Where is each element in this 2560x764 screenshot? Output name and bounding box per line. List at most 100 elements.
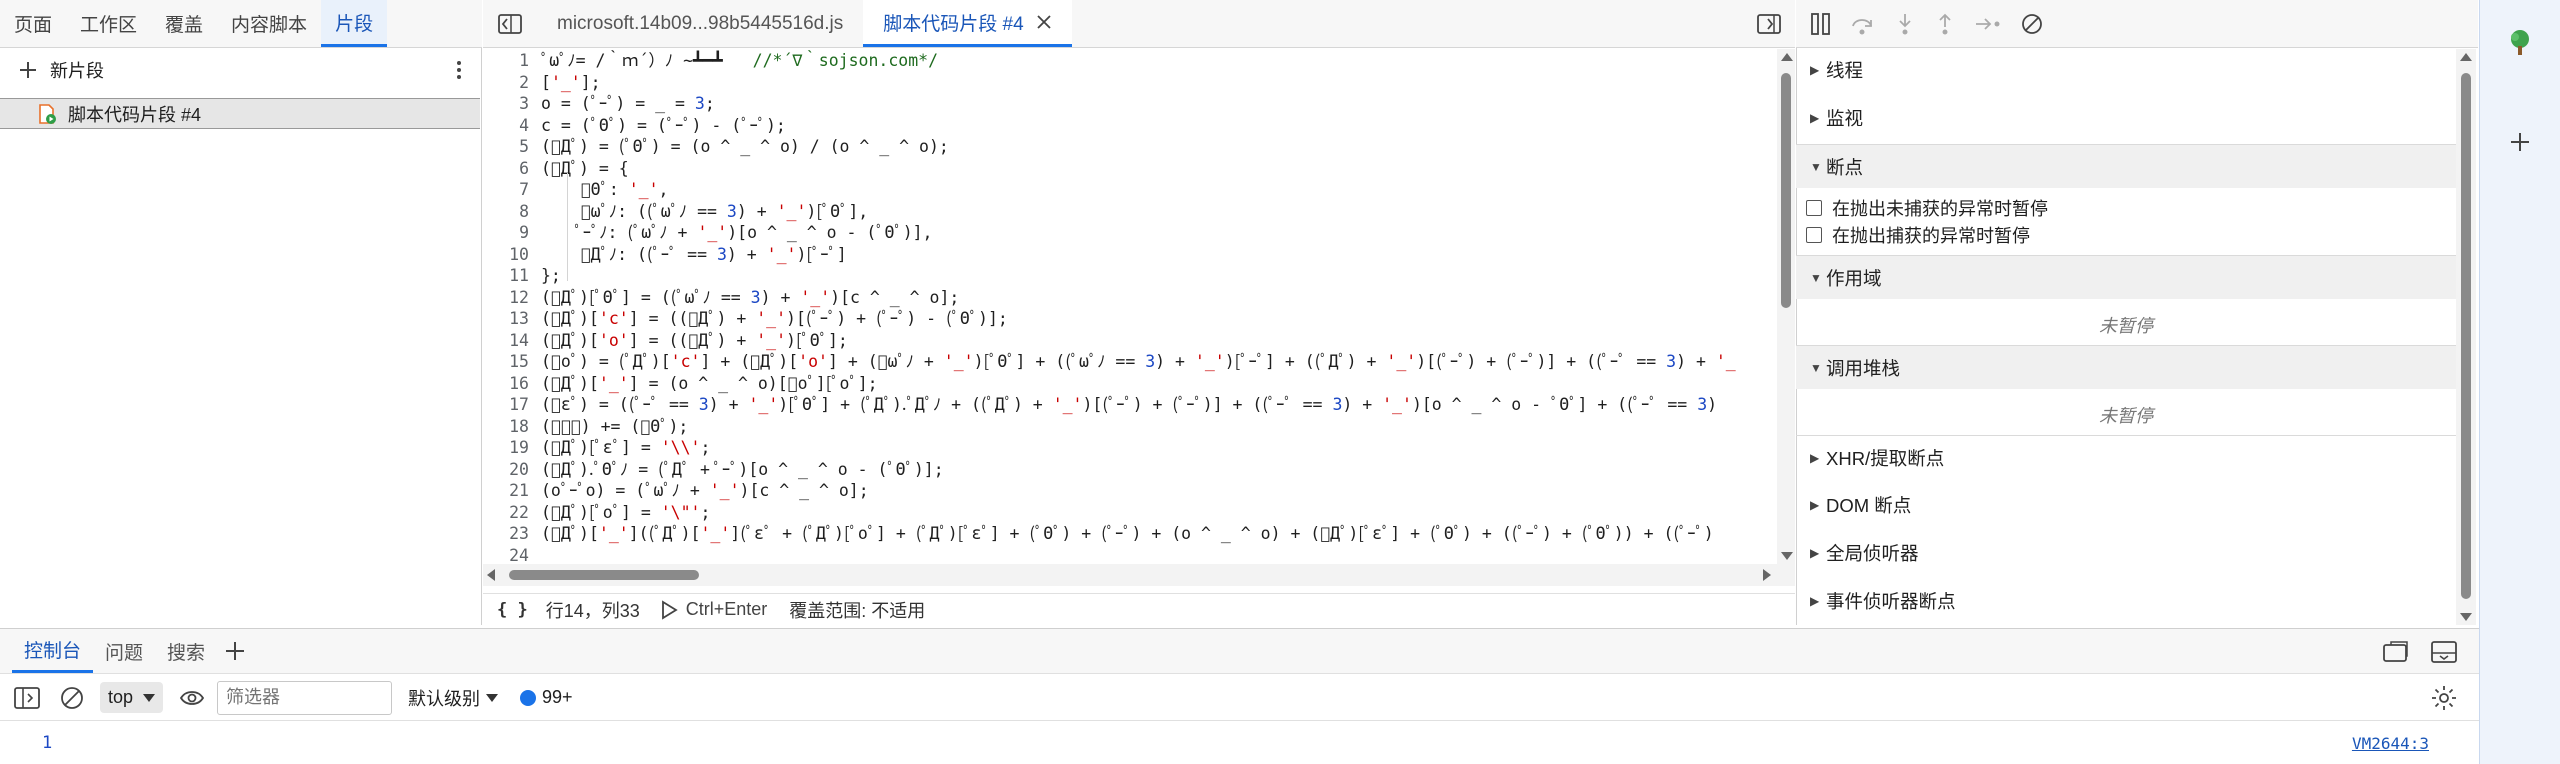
line-number[interactable]: 9	[483, 222, 541, 244]
log-levels-dropdown[interactable]: 默认级别	[408, 685, 499, 711]
line-number[interactable]: 21	[483, 480, 541, 502]
line-number[interactable]: 14	[483, 330, 541, 352]
line-number[interactable]: 11	[483, 265, 541, 287]
tab-content-scripts[interactable]: 内容脚本	[217, 0, 321, 47]
tab-file-microsoft[interactable]: microsoft.14b09...98b5445516d.js	[537, 0, 863, 47]
line-number[interactable]: 16	[483, 373, 541, 395]
tab-snippets[interactable]: 片段	[321, 0, 388, 47]
code-line[interactable]: 5 (ﾟДﾟ) = (ﾟΘﾟ) = (o ^ _ ^ o) / (o ^ _ ^ …	[483, 136, 1777, 158]
section-callstack[interactable]: ▼ 调用堆栈	[1796, 345, 2456, 389]
section-breakpoints[interactable]: ▼ 断点	[1796, 144, 2456, 188]
scroll-down-arrow-icon[interactable]	[1781, 552, 1793, 560]
pretty-print-button[interactable]: { }	[497, 600, 528, 620]
toggle-navigator-icon[interactable]	[483, 0, 537, 47]
tab-page[interactable]: 页面	[0, 0, 66, 47]
code-line[interactable]: 21 (oﾟｰﾟo) = (ﾟωﾟﾉ + '_')[c ^ _ ^ o];	[483, 480, 1777, 502]
editor-vertical-scrollbar[interactable]	[1777, 49, 1795, 564]
console-settings-gear-icon[interactable]	[2431, 685, 2457, 711]
live-expression-eye-icon[interactable]	[179, 688, 205, 708]
code-line[interactable]: 12 (ﾟДﾟ)[ﾟΘﾟ] = ((ﾟωﾟﾉ == 3) + '_')[c ^ _…	[483, 287, 1777, 309]
line-number[interactable]: 13	[483, 308, 541, 330]
dock-side-icon[interactable]	[2383, 641, 2409, 663]
tree-extension-icon[interactable]	[2506, 28, 2534, 58]
line-number[interactable]: 10	[483, 244, 541, 266]
run-snippet-button[interactable]: Ctrl+Enter	[660, 599, 767, 620]
code-line[interactable]: 22 (ﾟДﾟ)[ﾟoﾟ] = '\"';	[483, 502, 1777, 524]
tab-search[interactable]: 搜索	[155, 629, 217, 673]
code-line[interactable]: 6 (ﾟДﾟ) = {	[483, 158, 1777, 180]
tab-overrides[interactable]: 覆盖	[151, 0, 217, 47]
code-line[interactable]: 16 (ﾟДﾟ)['_'] = (o ^ _ ^ o)[ﾟoﾟ][ﾟoﾟ];	[483, 373, 1777, 395]
code-editor[interactable]: 1 ﾟωﾟﾉ= /｀ｍ´）ﾉ ~┻━┻ //*´∇｀sojson.com*/2 ['…	[483, 49, 1777, 564]
code-line[interactable]: 23 (ﾟДﾟ)['_']((ﾟДﾟ)['_'](ﾟεﾟ + (ﾟДﾟ)[ﾟoﾟ]…	[483, 523, 1777, 545]
step-into-icon[interactable]	[1894, 12, 1916, 36]
line-number[interactable]: 23	[483, 523, 541, 545]
deactivate-breakpoints-icon[interactable]	[2020, 12, 2044, 36]
code-line[interactable]: 4c = (ﾟΘﾟ) = (ﾟｰﾟ) - (ﾟｰﾟ);	[483, 115, 1777, 137]
scroll-up-arrow-icon[interactable]	[2460, 53, 2472, 61]
console-sidebar-icon[interactable]	[14, 686, 40, 709]
hscrollbar-thumb[interactable]	[509, 570, 699, 580]
context-selector[interactable]: top	[100, 682, 164, 713]
section-global-listeners[interactable]: ▶ 全局侦听器	[1796, 531, 2456, 575]
code-line[interactable]: 24	[483, 545, 1777, 565]
console-source-link[interactable]: VM2644:3	[2352, 734, 2429, 753]
pause-uncaught-option[interactable]: 在抛出未捕获的异常时暂停	[1806, 194, 2048, 221]
line-number[interactable]: 8	[483, 201, 541, 223]
close-drawer-icon[interactable]	[2431, 641, 2457, 663]
line-number[interactable]: 6	[483, 158, 541, 180]
message-count-badge[interactable]: 99+	[520, 687, 573, 708]
scroll-right-arrow-icon[interactable]	[1763, 569, 1771, 581]
scrollbar-thumb[interactable]	[1781, 73, 1791, 308]
debugger-scrollbar[interactable]	[2456, 49, 2476, 625]
code-line[interactable]: 19 (ﾟДﾟ)[ﾟεﾟ] = '\\';	[483, 437, 1777, 459]
section-scope[interactable]: ▼ 作用域	[1796, 255, 2456, 299]
line-number[interactable]: 19	[483, 437, 541, 459]
line-number[interactable]: 3	[483, 93, 541, 115]
tab-issues[interactable]: 问题	[93, 629, 155, 673]
scroll-left-arrow-icon[interactable]	[487, 569, 495, 581]
code-line[interactable]: 13 (ﾟДﾟ)['c'] = ((ﾟДﾟ) + '_')[(ﾟｰﾟ) + (ﾟｰ…	[483, 308, 1777, 330]
line-number[interactable]: 12	[483, 287, 541, 309]
step-icon[interactable]	[1974, 12, 2002, 36]
new-snippet-row[interactable]: 新片段	[0, 50, 480, 90]
pause-icon[interactable]	[1810, 12, 1832, 36]
code-line[interactable]: 7 ﾟΘﾟ: '_',	[483, 179, 1777, 201]
line-number[interactable]: 15	[483, 351, 541, 373]
code-line[interactable]: 3o = (ﾟｰﾟ) = _ = 3;	[483, 93, 1777, 115]
code-line[interactable]: 8 ﾟωﾟﾉ: ((ﾟωﾟﾉ == 3) + '_')[ﾟΘﾟ],	[483, 201, 1777, 223]
code-line[interactable]: 10 ﾟДﾟﾉ: ((ﾟｰﾟ == 3) + '_')[ﾟｰﾟ]	[483, 244, 1777, 266]
code-line[interactable]: 15 (ﾟoﾟ) = (ﾟДﾟ)['c'] + (ﾟДﾟ)['o'] + (ﾟωﾟ…	[483, 351, 1777, 373]
line-number[interactable]: 22	[483, 502, 541, 524]
section-dom-breakpoints[interactable]: ▶ DOM 断点	[1796, 483, 2456, 527]
line-number[interactable]: 17	[483, 394, 541, 416]
clear-console-icon[interactable]	[60, 686, 84, 710]
code-line[interactable]: 20 (ﾟДﾟ).ﾟΘﾟﾉ = (ﾟДﾟ + ﾟｰﾟ)[o ^ _ ^ o - (…	[483, 459, 1777, 481]
line-number[interactable]: 1	[483, 50, 541, 72]
filter-input[interactable]	[217, 680, 393, 715]
section-watch[interactable]: ▶ 监视	[1796, 96, 2456, 140]
code-line[interactable]: 18 (ﾟｰﾟ) += (ﾟΘﾟ);	[483, 416, 1777, 438]
toggle-debugger-icon[interactable]	[1757, 14, 1781, 34]
more-menu-icon[interactable]	[456, 60, 462, 80]
line-number[interactable]: 4	[483, 115, 541, 137]
section-xhr-breakpoints[interactable]: ▶ XHR/提取断点	[1796, 435, 2456, 479]
code-line[interactable]: 1 ﾟωﾟﾉ= /｀ｍ´）ﾉ ~┻━┻ //*´∇｀sojson.com*/	[483, 50, 1777, 72]
add-icon[interactable]	[2510, 132, 2530, 152]
line-number[interactable]: 18	[483, 416, 541, 438]
pause-caught-option[interactable]: 在抛出捕获的异常时暂停	[1806, 221, 2030, 248]
tab-snippet-4[interactable]: 脚本代码片段 #4	[863, 0, 1072, 47]
scroll-up-arrow-icon[interactable]	[1781, 53, 1793, 61]
line-number[interactable]: 7	[483, 179, 541, 201]
line-number[interactable]: 2	[483, 72, 541, 94]
line-number[interactable]: 24	[483, 545, 541, 565]
step-over-icon[interactable]	[1850, 12, 1876, 36]
scroll-down-arrow-icon[interactable]	[2460, 613, 2472, 621]
close-icon[interactable]	[1036, 14, 1052, 30]
line-number[interactable]: 5	[483, 136, 541, 158]
section-event-listener-breakpoints[interactable]: ▶ 事件侦听器断点	[1796, 579, 2456, 623]
tab-workspace[interactable]: 工作区	[66, 0, 151, 47]
tab-console[interactable]: 控制台	[12, 629, 94, 673]
pause-uncaught-checkbox[interactable]	[1806, 199, 1822, 216]
add-tab-icon[interactable]	[225, 629, 245, 673]
